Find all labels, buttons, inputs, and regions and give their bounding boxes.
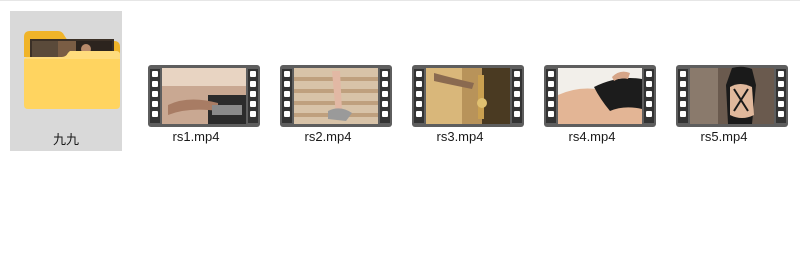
file-name: rs3.mp4 (436, 129, 484, 144)
video-thumbnail-icon (412, 65, 524, 127)
video-thumbnail-icon (676, 65, 788, 127)
folder-item[interactable]: 九九 (10, 11, 122, 151)
video-file-item[interactable]: rs1.mp4 (140, 11, 260, 151)
video-file-item[interactable]: rs4.mp4 (536, 11, 656, 151)
video-file-item[interactable]: rs2.mp4 (272, 11, 392, 151)
file-name: rs1.mp4 (172, 129, 220, 144)
video-thumbnail-icon (148, 65, 260, 127)
file-name: rs2.mp4 (304, 129, 352, 144)
file-explorer-view: 九九 rs1.mp4 rs2.mp4 rs3.mp4 rs4.mp4 rs5.m… (0, 0, 800, 256)
file-name: rs4.mp4 (568, 129, 616, 144)
folder-name: 九九 (52, 132, 79, 147)
video-thumbnail-icon (280, 65, 392, 127)
file-name: rs5.mp4 (700, 129, 748, 144)
video-file-item[interactable]: rs5.mp4 (668, 11, 788, 151)
video-file-item[interactable]: rs3.mp4 (404, 11, 524, 151)
folder-icon (24, 31, 120, 109)
video-thumbnail-icon (544, 65, 656, 127)
